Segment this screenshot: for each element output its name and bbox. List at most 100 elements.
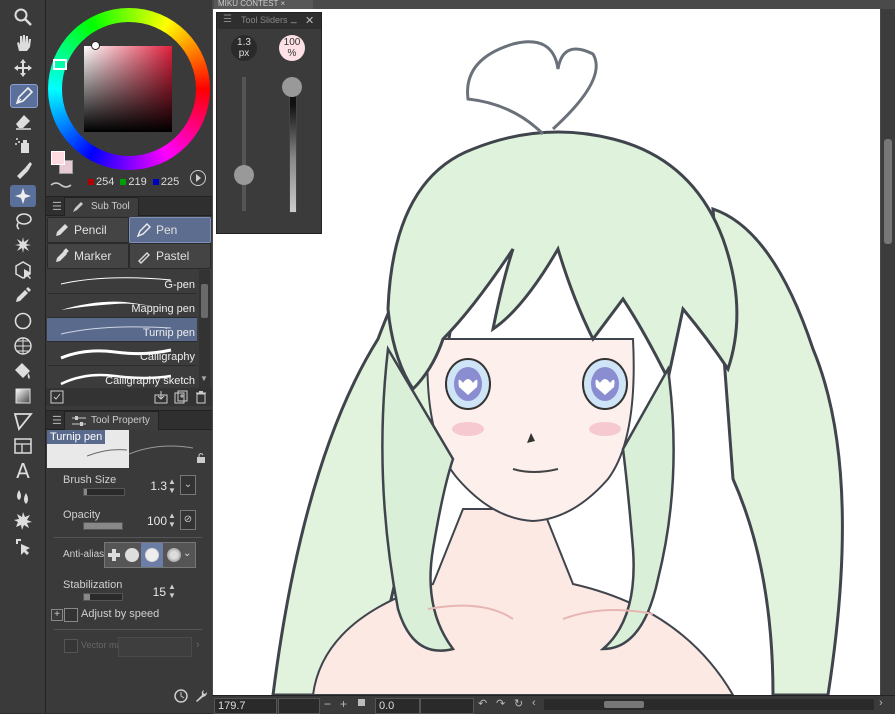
size-slider-track[interactable]: [242, 77, 246, 211]
scrollbar-thumb[interactable]: [884, 139, 892, 244]
stabilization-spinner[interactable]: ▲ ▼: [168, 582, 178, 602]
fit-window-icon[interactable]: [358, 699, 365, 706]
saturation-value-square[interactable]: [84, 41, 172, 132]
gradient-icon[interactable]: [10, 385, 36, 407]
paint-bucket-icon[interactable]: [10, 360, 36, 382]
hue-marker[interactable]: [53, 59, 67, 70]
tool-sliders-titlebar[interactable]: ☰ Tool Sliders _ ✕: [217, 13, 321, 29]
zoom-icon[interactable]: [10, 6, 36, 28]
panel-menu-icon[interactable]: ☰: [52, 200, 62, 213]
special-ruler-icon[interactable]: [10, 510, 36, 532]
category-pastel-button[interactable]: Pastel: [129, 243, 211, 269]
duplicate-icon[interactable]: [174, 390, 188, 404]
text-icon[interactable]: A: [10, 459, 36, 483]
rotation-field[interactable]: 0.0: [375, 698, 420, 714]
brush-size-dropdown-icon[interactable]: ⌄: [180, 475, 196, 495]
stabilization-slider[interactable]: [83, 593, 123, 601]
brush-size-spinner[interactable]: ▲ ▼: [168, 477, 178, 497]
category-marker-button[interactable]: Marker: [47, 243, 129, 269]
move-icon[interactable]: [10, 57, 36, 79]
opacity-slider-knob[interactable]: [282, 77, 302, 97]
brush-item-calligraphy-sketch[interactable]: Calligraphy sketch: [47, 366, 197, 388]
document-tab-close[interactable]: ×: [281, 0, 286, 8]
pen-icon[interactable]: [10, 84, 38, 108]
tab-tool-property[interactable]: Tool Property: [64, 411, 159, 430]
antialias-weak-icon[interactable]: [125, 548, 139, 562]
close-icon[interactable]: ✕: [305, 14, 314, 27]
transparent-color-icon[interactable]: [50, 178, 72, 188]
main-color-swatch[interactable]: [51, 151, 65, 165]
canvas-vertical-scrollbar[interactable]: [881, 9, 895, 695]
opacity-slider-track[interactable]: [289, 77, 297, 213]
liquify-icon[interactable]: [10, 485, 36, 507]
expand-icon[interactable]: +: [51, 609, 63, 621]
brush-icon[interactable]: [10, 159, 36, 181]
reset-rotation-icon[interactable]: ↻: [514, 697, 523, 710]
zoom-slider[interactable]: [278, 698, 320, 714]
opacity-value[interactable]: 100: [142, 514, 167, 528]
brush-item-mapping-pen[interactable]: Mapping pen: [47, 294, 197, 318]
vector-magnet-options[interactable]: [118, 637, 192, 657]
trash-icon[interactable]: [194, 390, 208, 404]
circle-icon[interactable]: [10, 310, 36, 332]
brush-item-calligraphy[interactable]: Calligraphy: [47, 342, 197, 366]
minimize-icon[interactable]: _: [291, 13, 297, 24]
zoom-out-icon[interactable]: −: [324, 697, 331, 711]
opacity-link-icon[interactable]: ⊘: [180, 510, 196, 530]
antialias-selector[interactable]: ⌄: [104, 542, 196, 568]
opacity-spinner[interactable]: ▲ ▼: [168, 511, 178, 531]
vector-magnet-checkbox[interactable]: [64, 639, 78, 653]
chevron-right-icon[interactable]: ›: [196, 639, 200, 651]
grid-icon[interactable]: [10, 335, 36, 357]
rotate-left-icon[interactable]: ↶: [478, 697, 487, 710]
antialias-medium-option[interactable]: [141, 543, 163, 567]
stabilization-value[interactable]: 15: [142, 585, 166, 599]
sparkle-icon[interactable]: [10, 185, 36, 207]
brush-list-scrollbar[interactable]: ▼: [199, 270, 210, 388]
brush-item-turnip-pen[interactable]: Turnip pen: [47, 318, 197, 342]
color-mode-toggle-icon[interactable]: [190, 170, 206, 186]
panel-menu-icon[interactable]: ☰: [52, 414, 62, 427]
magic-wand-icon[interactable]: [10, 234, 36, 256]
eraser-icon[interactable]: [10, 110, 36, 132]
panel-menu-icon[interactable]: ☰: [223, 14, 232, 25]
tab-sub-tool[interactable]: Sub Tool: [64, 197, 139, 216]
stabilization-label: Stabilization: [63, 579, 123, 591]
pen-nib-icon: [136, 223, 151, 238]
chevron-down-icon[interactable]: ⌄: [183, 548, 191, 559]
ruler-icon[interactable]: [10, 410, 36, 432]
rotate-right-icon[interactable]: ↷: [496, 697, 505, 710]
category-pencil-button[interactable]: Pencil: [47, 217, 129, 243]
frame-icon[interactable]: [10, 435, 36, 457]
fill-spray-icon[interactable]: [10, 134, 36, 156]
lock-icon[interactable]: [195, 452, 207, 464]
color-picker-marker[interactable]: [91, 41, 100, 50]
wrench-icon[interactable]: [193, 688, 209, 704]
initial-settings-icon[interactable]: [173, 688, 189, 704]
canvas-horizontal-scrollbar[interactable]: [544, 699, 874, 710]
category-pen-button[interactable]: Pen: [129, 217, 211, 243]
horizontal-scrollbar-thumb[interactable]: [604, 701, 644, 708]
zoom-field[interactable]: 179.7: [214, 698, 277, 714]
scroll-right-icon[interactable]: ›: [879, 697, 883, 709]
lasso-icon[interactable]: [10, 210, 36, 232]
antialias-strong-icon[interactable]: [167, 548, 181, 562]
eyedropper-icon[interactable]: [10, 284, 36, 306]
scroll-left-icon[interactable]: ‹: [532, 697, 536, 709]
antialias-none-icon[interactable]: [107, 548, 121, 562]
document-tab[interactable]: MIKU CONTEST ×: [214, 0, 313, 9]
object-select-icon[interactable]: [10, 259, 36, 281]
import-icon[interactable]: [154, 390, 168, 404]
brush-item-g-pen[interactable]: G-pen: [47, 270, 197, 294]
brush-size-value[interactable]: 1.3: [141, 479, 167, 493]
scroll-down-icon[interactable]: ▼: [200, 374, 208, 383]
arrow-select-icon[interactable]: [10, 535, 36, 557]
hand-icon[interactable]: [10, 32, 36, 54]
size-slider-knob[interactable]: [234, 165, 254, 185]
adjust-speed-checkbox[interactable]: [64, 608, 78, 622]
brush-size-slider[interactable]: [83, 488, 125, 496]
zoom-in-icon[interactable]: +: [340, 697, 347, 711]
opacity-slider[interactable]: [83, 522, 123, 530]
rotation-slider[interactable]: [420, 698, 474, 714]
subtool-settings-icon[interactable]: [50, 390, 64, 404]
